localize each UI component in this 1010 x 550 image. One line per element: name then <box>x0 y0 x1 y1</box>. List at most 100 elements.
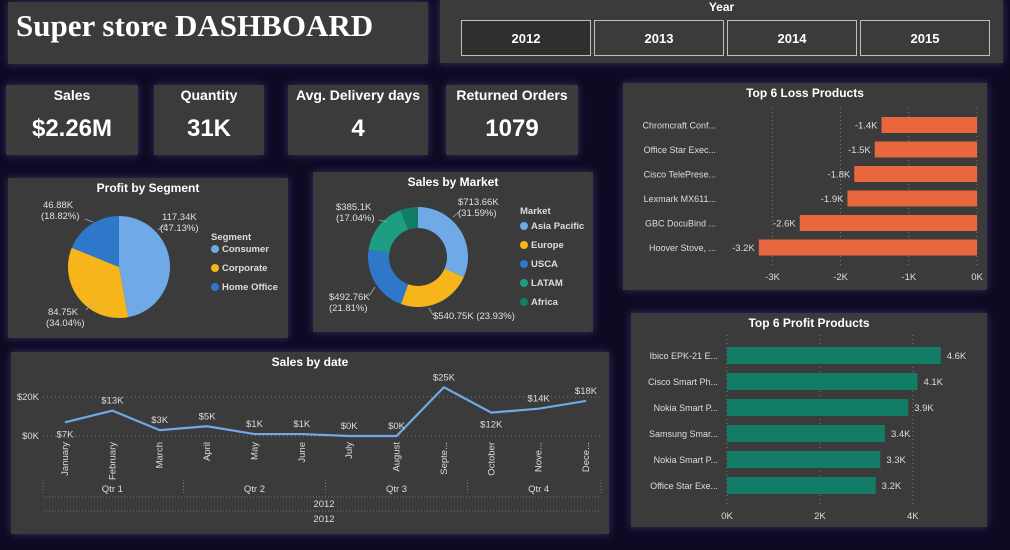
legend-marker <box>520 279 528 287</box>
sales-line <box>64 385 587 438</box>
kpi-value: $2.26M <box>31 115 113 142</box>
donut-slice-europe <box>400 268 464 307</box>
kpi-card-delivery: Avg. Delivery days 4 <box>288 85 428 155</box>
legend-item: Asia Pacific <box>531 221 584 232</box>
x-tick-label: -1K <box>901 272 916 283</box>
legend-item: Africa <box>531 297 559 308</box>
kpi-card-sales: Sales $2.26M <box>6 85 138 155</box>
category-label: Nokia Smart P... <box>654 455 718 465</box>
data-label: $1K <box>246 419 264 430</box>
legend-item: Corporate <box>222 263 267 274</box>
category-label: Office Star Exe... <box>650 481 718 491</box>
data-label: (17.04%) <box>336 213 375 224</box>
sales-by-date-panel: Sales by date $0K $20K $7K $13K $3K $5K $1K $1K… <box>11 352 609 534</box>
year-button-2013[interactable]: 2013 <box>594 20 724 56</box>
x-tick-label: -3K <box>765 272 780 283</box>
kpi-value: 31K <box>186 115 232 142</box>
legend-marker <box>520 260 528 268</box>
data-label: (47.13%) <box>160 223 199 234</box>
bar <box>799 215 977 231</box>
data-label: $540.75K (23.93%) <box>433 311 515 322</box>
leader-line <box>84 218 94 223</box>
value-label: -2.6K <box>773 219 796 230</box>
category-label: Office Star Exec... <box>644 145 716 155</box>
category-label: Cisco Smart Ph... <box>648 377 718 387</box>
x-tick-label: February <box>107 442 118 480</box>
data-label: $25K <box>433 372 456 383</box>
year-slicer: Year 2012 2013 2014 2015 <box>440 0 1003 63</box>
kpi-label: Avg. Delivery days <box>296 87 420 103</box>
data-label: 117.34K <box>162 212 197 223</box>
quarter-label: Qtr 2 <box>244 484 265 495</box>
data-label: $492.76K <box>329 292 370 303</box>
donut-slice-usca <box>368 249 409 305</box>
value-label: -1.8K <box>828 170 851 181</box>
x-tick-label: Septe... <box>439 442 450 475</box>
legend-item: Home Office <box>222 282 278 293</box>
top-profit-products-panel: Top 6 Profit Products 0K 2K 4K Ibico EPK-21… <box>631 313 987 527</box>
x-tick-label: 2K <box>814 511 826 522</box>
sales-by-date-chart: $0K $20K $7K $13K $3K $5K $1K $1K $0K $0K $25K $12K… <box>17 372 602 525</box>
kpi-card-quantity: Quantity 31K <box>154 85 264 155</box>
data-label: (18.82%) <box>41 211 80 222</box>
value-label: 3.3K <box>886 455 906 466</box>
data-label: $7K <box>57 429 75 440</box>
kpi-label: Sales <box>53 87 91 103</box>
x-tick-label: June <box>297 442 308 463</box>
data-label: $0K <box>341 421 359 432</box>
top-loss-products-chart: -3K -2K -1K 0K Chromcraft Conf... -1.4K Office… <box>642 108 983 283</box>
quarter-label: Qtr 1 <box>102 484 123 495</box>
data-label: $12K <box>480 420 503 431</box>
value-label: -1.5K <box>848 145 871 156</box>
x-tick-label: 0K <box>971 272 983 283</box>
y-tick-label: $20K <box>17 392 40 403</box>
top-profit-products-chart: 0K 2K 4K Ibico EPK-21 E... 4.6K Cisco Smart P… <box>648 335 967 522</box>
kpi-value: 4 <box>351 115 365 142</box>
year-button-2014[interactable]: 2014 <box>727 20 857 56</box>
legend-item: Consumer <box>222 244 269 255</box>
data-label: $385.1K <box>336 202 372 213</box>
year-button-2012[interactable]: 2012 <box>461 20 591 56</box>
kpi-value: 1079 <box>485 115 539 142</box>
x-tick-label: March <box>155 442 166 468</box>
y-tick-label: $0K <box>22 431 40 442</box>
category-label: GBC DocuBind ... <box>645 219 716 229</box>
bar <box>727 373 918 390</box>
category-label: Nokia Smart P... <box>654 403 718 413</box>
kpi-label: Returned Orders <box>456 87 568 103</box>
sales-by-market-panel: Sales by Market $713.66K (31.59%) $540.75K… <box>313 172 593 332</box>
x-tick-label: August <box>392 442 403 472</box>
x-tick-label: -2K <box>833 272 848 283</box>
legend-marker <box>520 222 528 230</box>
year-label: 2012 <box>313 499 334 510</box>
bar <box>727 477 876 494</box>
data-label: $0K <box>388 421 406 432</box>
legend-item: Europe <box>531 240 564 251</box>
value-label: -3.2K <box>732 243 755 254</box>
bar <box>727 425 885 442</box>
legend-marker <box>520 298 528 306</box>
legend-title: Segment <box>211 232 252 243</box>
legend-marker <box>211 264 219 272</box>
bar <box>874 141 977 158</box>
data-label: $18K <box>575 386 598 397</box>
data-label: (21.81%) <box>329 303 368 314</box>
legend-item: USCA <box>531 259 558 270</box>
legend-marker <box>211 245 219 253</box>
profit-by-segment-chart: 117.34K(47.13%) 84.75K(34.04%) 46.88K(18.8… <box>41 200 278 329</box>
year-slicer-label: Year <box>708 0 735 14</box>
x-tick-label: 4K <box>907 511 919 522</box>
top-loss-products-panel: Top 6 Loss Products -3K -2K -1K 0K Chromcraf… <box>623 83 987 290</box>
bar <box>758 239 977 256</box>
value-label: -1.4K <box>855 121 878 132</box>
data-label: $1K <box>293 419 311 430</box>
x-tick-label: May <box>249 442 260 460</box>
x-tick-label: Nove... <box>534 442 545 472</box>
year-button-2015[interactable]: 2015 <box>860 20 990 56</box>
dashboard-title-panel: Super store DASHBOARD <box>8 2 428 64</box>
value-label: 3.9K <box>914 403 934 414</box>
bar <box>727 347 941 364</box>
bar <box>727 451 881 468</box>
profit-by-segment-panel: Profit by Segment 117.34K (47.13%) 84.75K(… <box>8 178 288 338</box>
category-label: Hoover Stove, ... <box>649 243 716 253</box>
